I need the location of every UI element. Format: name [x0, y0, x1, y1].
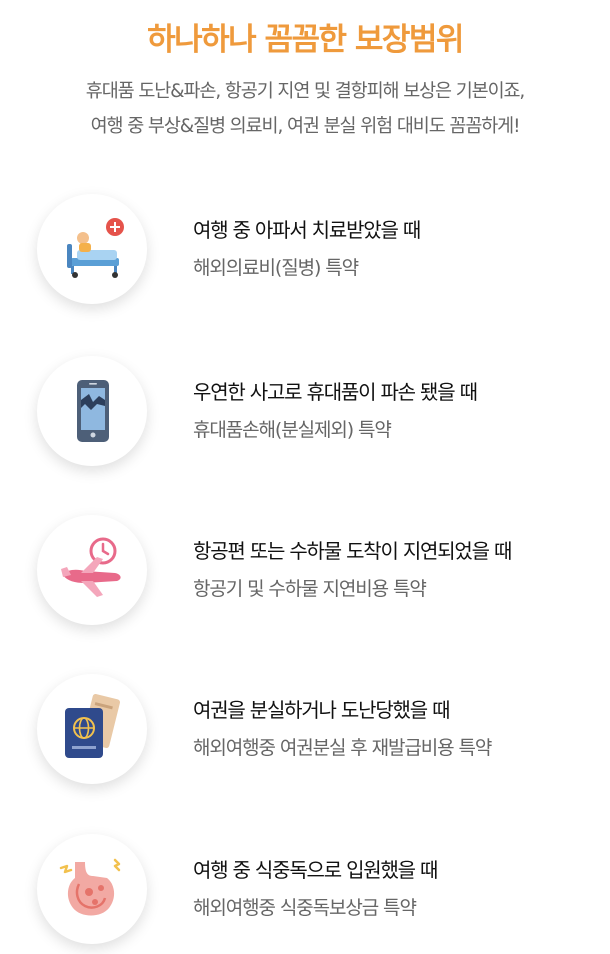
hospital-bed-icon: [37, 194, 147, 304]
item-text: 여권을 분실하거나 도난당했을 때 해외여행중 여권분실 후 재발급비용 특약: [193, 694, 492, 760]
airplane-clock-icon: [37, 515, 147, 625]
item-subtext: 해외여행중 여권분실 후 재발급비용 특약: [193, 737, 492, 759]
item-text: 항공편 또는 수하물 도착이 지연되었을 때 항공기 및 수하물 지연비용 특약: [193, 535, 512, 601]
stomach-icon: [37, 834, 147, 944]
page-subtitle: 휴대품 도난&파손, 항공기 지연 및 결항피해 보상은 기본이죠, 여행 중 …: [0, 74, 610, 144]
item-heading: 우연한 사고로 휴대품이 파손 됐을 때: [193, 380, 478, 404]
item-text: 여행 중 아파서 치료받았을 때 해외의료비(질병) 특약: [193, 214, 421, 280]
passport-ticket-icon: [37, 674, 147, 784]
item-subtext: 해외의료비(질병) 특약: [193, 257, 359, 279]
broken-phone-icon: [37, 356, 147, 466]
item-subtext: 항공기 및 수하물 지연비용 특약: [193, 578, 427, 600]
subtitle-line-2: 여행 중 부상&질병 의료비, 여권 분실 위험 대비도 꼼꼼하게!: [90, 116, 521, 137]
item-text: 여행 중 식중독으로 입원했을 때 해외여행중 식중독보상금 특약: [193, 854, 438, 920]
item-heading: 여권을 분실하거나 도난당했을 때: [193, 698, 450, 722]
item-subtext: 휴대품손해(분실제외) 특약: [193, 419, 392, 441]
coverage-item-delay: 항공편 또는 수하물 도착이 지연되었을 때 항공기 및 수하물 지연비용 특약: [0, 515, 610, 635]
coverage-item-passport: 여권을 분실하거나 도난당했을 때 해외여행중 여권분실 후 재발급비용 특약: [0, 674, 610, 794]
coverage-item-food-poisoning: 여행 중 식중독으로 입원했을 때 해외여행중 식중독보상금 특약: [0, 834, 610, 954]
item-heading: 여행 중 아파서 치료받았을 때: [193, 218, 421, 242]
coverage-item-medical: 여행 중 아파서 치료받았을 때 해외의료비(질병) 특약: [0, 194, 610, 314]
item-text: 우연한 사고로 휴대품이 파손 됐을 때 휴대품손해(분실제외) 특약: [193, 376, 478, 442]
item-heading: 여행 중 식중독으로 입원했을 때: [193, 858, 438, 882]
coverage-page: 하나하나 꼼꼼한 보장범위 휴대품 도난&파손, 항공기 지연 및 결항피해 보…: [0, 0, 610, 954]
page-title: 하나하나 꼼꼼한 보장범위: [147, 22, 464, 58]
subtitle-line-1: 휴대품 도난&파손, 항공기 지연 및 결항피해 보상은 기본이죠,: [85, 81, 526, 102]
item-heading: 항공편 또는 수하물 도착이 지연되었을 때: [193, 539, 512, 563]
item-subtext: 해외여행중 식중독보상금 특약: [193, 897, 417, 919]
coverage-item-belongings: 우연한 사고로 휴대품이 파손 됐을 때 휴대품손해(분실제외) 특약: [0, 356, 610, 476]
